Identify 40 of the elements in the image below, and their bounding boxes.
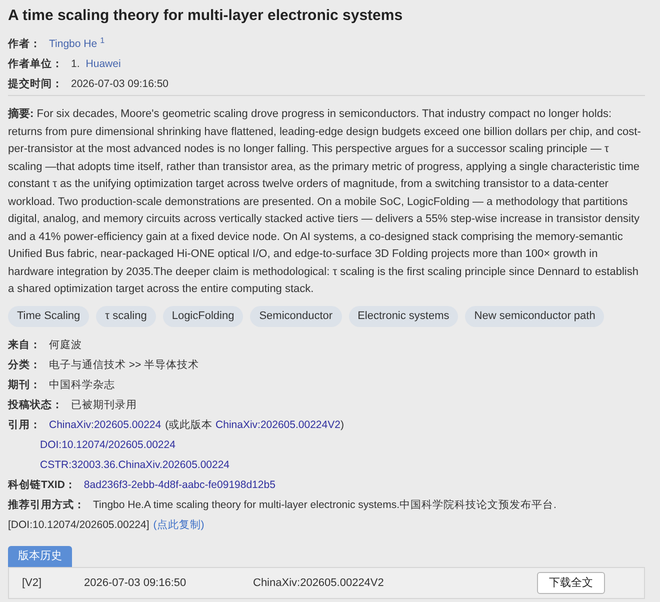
field-label: 作者： — [8, 37, 41, 52]
version-date: 2026-07-03 09:16:50 — [84, 576, 186, 588]
version-id: ChinaXiv:202605.00224V2 — [253, 576, 384, 588]
keyword-tag[interactable]: Time Scaling — [8, 306, 90, 326]
affiliation-link[interactable]: Huawei — [86, 54, 121, 74]
field-label: 科创链TXID： — [8, 478, 76, 492]
doi-text: [DOI:10.12074/202605.00224] — [8, 518, 150, 532]
affiliation-mark: 1 — [100, 35, 105, 47]
field-label: 作者单位： — [8, 57, 63, 72]
recommended-citation: Tingbo He.A time scaling theory for multi-layer electronic systems.中国科学院科技论文预发布平台. — [93, 498, 556, 512]
citation-link[interactable]: CSTR:32003.36.ChinaXiv.202605.00224 — [40, 454, 230, 474]
copy-link[interactable]: (点此复制) — [153, 514, 204, 534]
keyword-tag[interactable]: Semiconductor — [250, 306, 342, 326]
field-value: 已被期刊录用 — [71, 398, 137, 412]
field-value: 何庭波 — [49, 338, 82, 352]
abstract-paragraph: 摘要: For six decades, Moore's geometric scaling drove progress in semiconductors. That industry compact no longer holds: returns from pure dimensional shrinking have flattened, leading-edge design budgets exceed one billion dollars per chip, and cost-per-transistor at the most advanced nodes is no longer falling. This perspective argues for a successor scaling principle — τ scaling —that adopts time itself, rather than transistor area, as the primary metric of progress, applying a single characteristic time constant τ as the unifying optimization target across twelve orders of magnitude, from a switching transistor to a data-center workload. Two production-scale demonstrations are presented. On a mobile SoC, LogicFolding — a methodology that partitions digital, analog, and memory circuits across vertically stacked active tiers — delivers a 55% step-wise increase in transistor density and a 41% power-efficiency gain at a fixed device node. On AI systems, a co-designed stack comprising the memory-semantic Unified Bus fabric, near-packaged Hi-ONE optical I/O, and edge-to-surface 3D Folding projects more than 100× growth in hardware integration by 2035.The deeper claim is methodological: τ scaling is the first scaling principle since Dennard to establish a shared optimization target across the entire computing stack. — [8, 106, 642, 297]
field-label: 来自： — [8, 338, 41, 352]
keyword-tag[interactable]: Electronic systems — [348, 306, 458, 326]
field-value: 中国科学杂志 — [49, 378, 115, 392]
field-value: 2026-07-03 09:16:50 — [71, 77, 168, 92]
field-label: 提交时间： — [8, 76, 63, 92]
version-link[interactable]: ChinaXiv:202605.00224V2 — [216, 418, 340, 430]
download-button[interactable]: 下载全文 — [537, 572, 605, 594]
citation-link[interactable]: ChinaXiv:202605.00224 — [49, 414, 162, 434]
txid-link[interactable]: 8ad236f3-2ebb-4d8f-aabc-fe09198d12b5 — [84, 474, 276, 494]
author-link[interactable]: Tingbo He — [49, 34, 98, 54]
field-label: 投稿状态： — [8, 398, 63, 412]
keyword-tag[interactable]: LogicFolding — [162, 306, 244, 326]
field-label: 期刊： — [8, 378, 41, 392]
keyword-tag[interactable]: τ scaling — [96, 306, 156, 326]
affiliation-index: 1. — [71, 57, 80, 72]
field-label: 分类： — [8, 358, 41, 372]
field-label: 推荐引用方式： — [8, 498, 85, 512]
field-label: 引用： — [8, 418, 41, 432]
version-number: [V2] — [22, 576, 42, 588]
citation-link[interactable]: DOI:10.12074/202605.00224 — [40, 434, 176, 454]
field-value: 电子与通信技术 >> 半导体技术 — [49, 358, 200, 372]
article-title: A time scaling theory for multi-layer electronic systems — [8, 6, 404, 26]
version-note: (或此版本 ChinaXiv:202605.00224V2) — [165, 418, 344, 432]
keyword-tag[interactable]: New semiconductor path — [465, 306, 604, 326]
